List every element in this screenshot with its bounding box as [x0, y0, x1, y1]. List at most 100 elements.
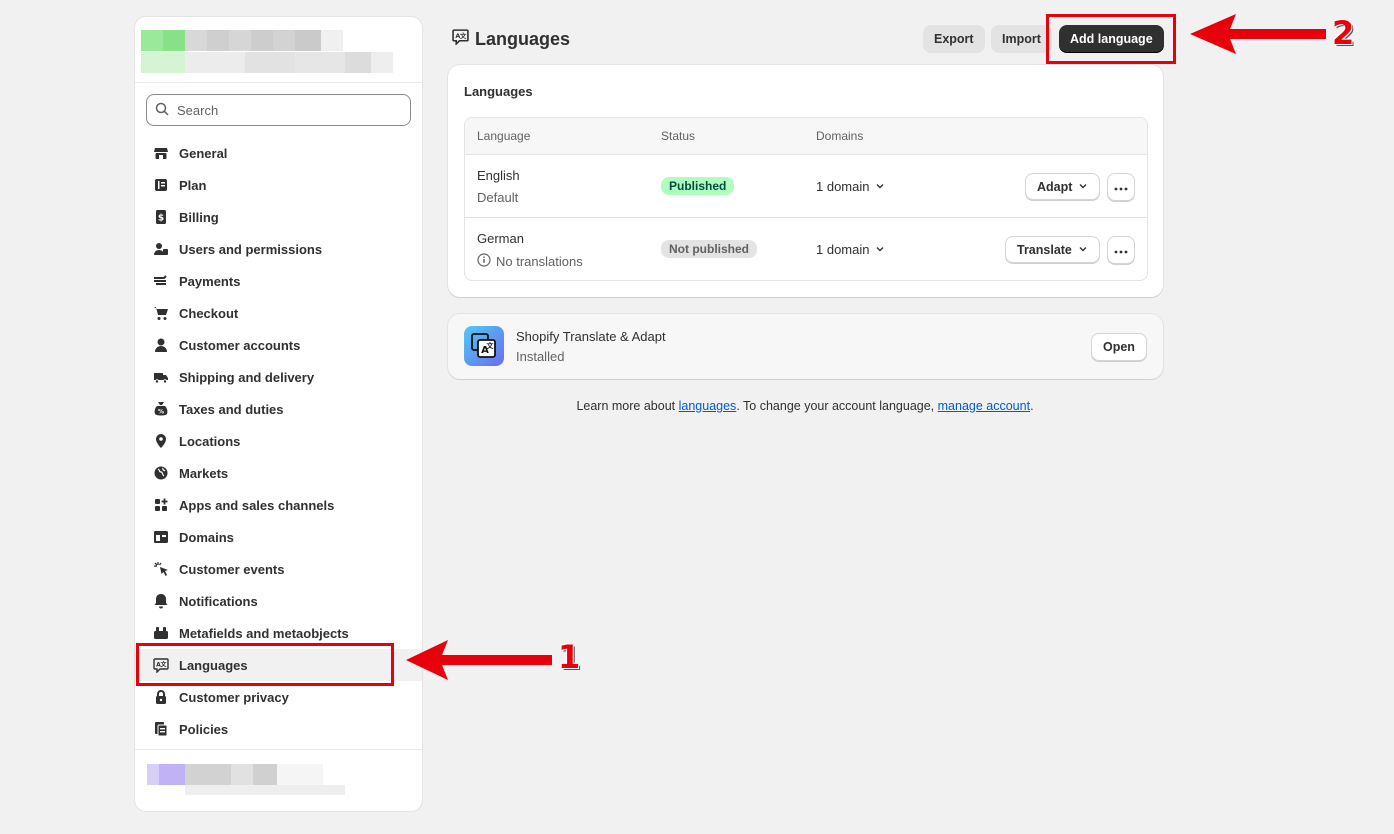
- translate-label: Translate: [1017, 242, 1072, 257]
- sidebar-item-label: Customer events: [179, 561, 285, 577]
- sidebar-item-customer-events[interactable]: Customer events: [135, 553, 422, 585]
- payments-icon: [152, 273, 169, 290]
- domains-icon: [152, 529, 169, 546]
- sidebar-item-domains[interactable]: Domains: [135, 521, 422, 553]
- person-icon: [152, 337, 169, 354]
- manage-account-link[interactable]: manage account: [938, 399, 1030, 413]
- store-icon: [152, 145, 169, 162]
- sidebar-item-apps[interactable]: Apps and sales channels: [135, 489, 422, 521]
- app-name: Shopify Translate & Adapt: [516, 329, 666, 344]
- cart-icon: [152, 305, 169, 322]
- users-icon: [152, 241, 169, 258]
- language-subtext-label: No translations: [496, 254, 583, 269]
- column-header-status: Status: [661, 129, 696, 143]
- card-title: Languages: [464, 84, 533, 99]
- sidebar-item-label: Apps and sales channels: [179, 497, 335, 513]
- table-row: English Default Published 1 domain Adapt: [465, 155, 1147, 218]
- domains-dropdown[interactable]: 1 domain: [816, 179, 885, 194]
- domains-dropdown[interactable]: 1 domain: [816, 242, 885, 257]
- column-header-language: Language: [477, 129, 531, 143]
- domains-label: 1 domain: [816, 179, 870, 194]
- app-status: Installed: [516, 349, 565, 364]
- account-footer-blurred[interactable]: [135, 749, 422, 811]
- search-icon: [155, 102, 169, 119]
- page-title-text: Languages: [475, 28, 571, 49]
- language-subtext-label: Default: [477, 190, 519, 205]
- language-name: English: [477, 168, 520, 183]
- column-header-domains: Domains: [816, 129, 864, 143]
- arrow-icon: [406, 640, 552, 680]
- highlight-box-add-language: [1046, 14, 1176, 64]
- sidebar-item-payments[interactable]: Payments: [135, 265, 422, 297]
- sidebar-item-policies[interactable]: Policies: [135, 713, 422, 745]
- svg-text:文: 文: [460, 31, 467, 40]
- sidebar-item-label: Locations: [179, 433, 241, 449]
- table-header: Language Status Domains: [465, 118, 1147, 155]
- translate-button[interactable]: Translate: [1005, 236, 1100, 263]
- plan-icon: [152, 177, 169, 194]
- cursor-click-icon: [152, 561, 169, 578]
- sidebar-item-notifications[interactable]: Notifications: [135, 585, 422, 617]
- language-subtext: No translations: [477, 253, 583, 270]
- languages-card: Languages Language Status Domains Englis…: [448, 65, 1163, 297]
- sidebar-item-label: Plan: [179, 177, 207, 193]
- step-number-2: 2: [1332, 14, 1355, 52]
- sidebar-item-label: Billing: [179, 209, 219, 225]
- sidebar-item-label: Customer accounts: [179, 337, 301, 353]
- sidebar-item-label: Shipping and delivery: [179, 369, 315, 385]
- chevron-down-icon: [1078, 243, 1088, 257]
- truck-icon: [152, 369, 169, 386]
- sidebar-item-shipping[interactable]: Shipping and delivery: [135, 361, 422, 393]
- chevron-down-icon: [1078, 180, 1088, 194]
- open-app-button[interactable]: Open: [1091, 333, 1147, 361]
- adapt-button[interactable]: Adapt: [1025, 173, 1101, 200]
- sidebar-item-label: Taxes and duties: [179, 401, 284, 417]
- sidebar-item-taxes[interactable]: % Taxes and duties: [135, 393, 422, 425]
- search-input[interactable]: Search: [146, 94, 411, 126]
- translate-app-icon: A文: [464, 326, 504, 366]
- sidebar-item-customer-accounts[interactable]: Customer accounts: [135, 329, 422, 361]
- bell-icon: [152, 593, 169, 610]
- import-button[interactable]: Import: [991, 25, 1052, 53]
- sidebar-item-label: Users and permissions: [179, 241, 323, 257]
- adapt-label: Adapt: [1037, 179, 1073, 194]
- sidebar-item-checkout[interactable]: Checkout: [135, 297, 422, 329]
- tax-bag-icon: %: [152, 401, 169, 418]
- settings-sidebar: Search General Plan $ Billing Users and …: [134, 16, 423, 812]
- metafields-icon: [152, 625, 169, 642]
- chevron-down-icon: [875, 179, 885, 194]
- sidebar-item-label: Domains: [179, 529, 234, 545]
- status-badge: Published: [661, 177, 735, 195]
- more-actions-button[interactable]: [1107, 173, 1135, 201]
- translate-app-card: A文 Shopify Translate & Adapt Installed O…: [448, 314, 1163, 379]
- sidebar-item-billing[interactable]: $ Billing: [135, 201, 422, 233]
- footnote-text: .: [1030, 399, 1034, 413]
- export-button[interactable]: Export: [923, 25, 985, 53]
- domains-label: 1 domain: [816, 242, 870, 257]
- lock-icon: [152, 689, 169, 706]
- sidebar-item-label: Notifications: [179, 593, 258, 609]
- search-placeholder: Search: [177, 102, 219, 118]
- svg-text:%: %: [157, 409, 163, 416]
- billing-icon: $: [152, 209, 169, 226]
- footnote-text: Learn more about: [576, 399, 679, 413]
- languages-help-link[interactable]: languages: [679, 399, 737, 413]
- svg-text:$: $: [157, 214, 163, 224]
- language-subtext: Default: [477, 190, 518, 205]
- store-header-blurred[interactable]: [135, 17, 422, 83]
- sidebar-item-users[interactable]: Users and permissions: [135, 233, 422, 265]
- sidebar-item-plan[interactable]: Plan: [135, 169, 422, 201]
- sidebar-item-locations[interactable]: Locations: [135, 425, 422, 457]
- apps-icon: [152, 497, 169, 514]
- sidebar-item-label: Markets: [179, 465, 229, 481]
- arrow-icon: [1190, 14, 1326, 54]
- more-actions-button[interactable]: [1107, 236, 1135, 264]
- chevron-down-icon: [875, 242, 885, 257]
- footnote-text: . To change your account language,: [736, 399, 938, 413]
- sidebar-item-general[interactable]: General: [135, 137, 422, 169]
- status-badge: Not published: [661, 240, 757, 258]
- sidebar-item-label: Metafields and metaobjects: [179, 625, 349, 641]
- svg-text:文: 文: [487, 341, 495, 350]
- sidebar-item-markets[interactable]: Markets: [135, 457, 422, 489]
- policies-icon: [152, 721, 169, 738]
